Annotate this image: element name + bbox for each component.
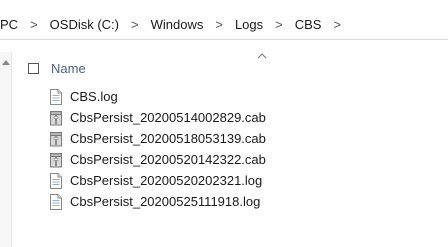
breadcrumb-windows[interactable]: Windows — [148, 17, 207, 32]
file-row[interactable]: CbsPersist_20200514002829.cab — [49, 107, 266, 128]
column-header: Name — [16, 53, 448, 83]
chevron-right-icon[interactable]: > — [122, 17, 148, 32]
select-all-checkbox[interactable] — [28, 62, 39, 74]
sort-ascending-icon — [257, 53, 267, 59]
cab-archive-icon — [50, 152, 62, 167]
chevron-right-icon[interactable]: > — [21, 17, 47, 32]
address-bar-breadcrumb[interactable]: PC > OSDisk (C:) > Windows > Logs > CBS … — [0, 9, 448, 40]
log-file-icon — [50, 88, 62, 105]
file-row[interactable]: CbsPersist_20200520142322.cab — [49, 149, 266, 170]
navigation-pane[interactable] — [0, 52, 12, 247]
file-name: CbsPersist_20200520202321.log — [70, 173, 263, 188]
file-row[interactable]: CBS.log — [49, 86, 266, 107]
breadcrumb-cbs[interactable]: CBS — [292, 17, 325, 32]
chevron-right-icon[interactable]: > — [324, 17, 350, 32]
file-name: CbsPersist_20200520142322.cab — [70, 152, 266, 167]
chevron-right-icon[interactable]: > — [206, 17, 232, 32]
scroll-up-arrow-icon[interactable] — [2, 60, 10, 65]
breadcrumb-pc[interactable]: PC — [0, 17, 21, 32]
breadcrumb-osdisk[interactable]: OSDisk (C:) — [47, 17, 122, 32]
log-file-icon — [50, 172, 62, 189]
file-row[interactable]: CbsPersist_20200520202321.log — [49, 170, 266, 191]
file-row[interactable]: CbsPersist_20200518053139.cab — [49, 128, 266, 149]
log-file-icon — [50, 193, 62, 210]
chevron-right-icon[interactable]: > — [266, 17, 292, 32]
cab-archive-icon — [50, 110, 62, 125]
breadcrumb-logs[interactable]: Logs — [232, 17, 266, 32]
file-name: CbsPersist_20200514002829.cab — [70, 110, 266, 125]
file-name: CbsPersist_20200518053139.cab — [70, 131, 266, 146]
file-row[interactable]: CbsPersist_20200525111918.log — [49, 191, 266, 212]
name-column-header[interactable]: Name — [51, 61, 86, 76]
file-name: CBS.log — [70, 89, 118, 104]
file-name: CbsPersist_20200525111918.log — [70, 194, 261, 209]
cab-archive-icon — [50, 131, 62, 146]
file-list: CBS.log CbsPersist_20200514002829.cab Cb… — [49, 86, 266, 212]
